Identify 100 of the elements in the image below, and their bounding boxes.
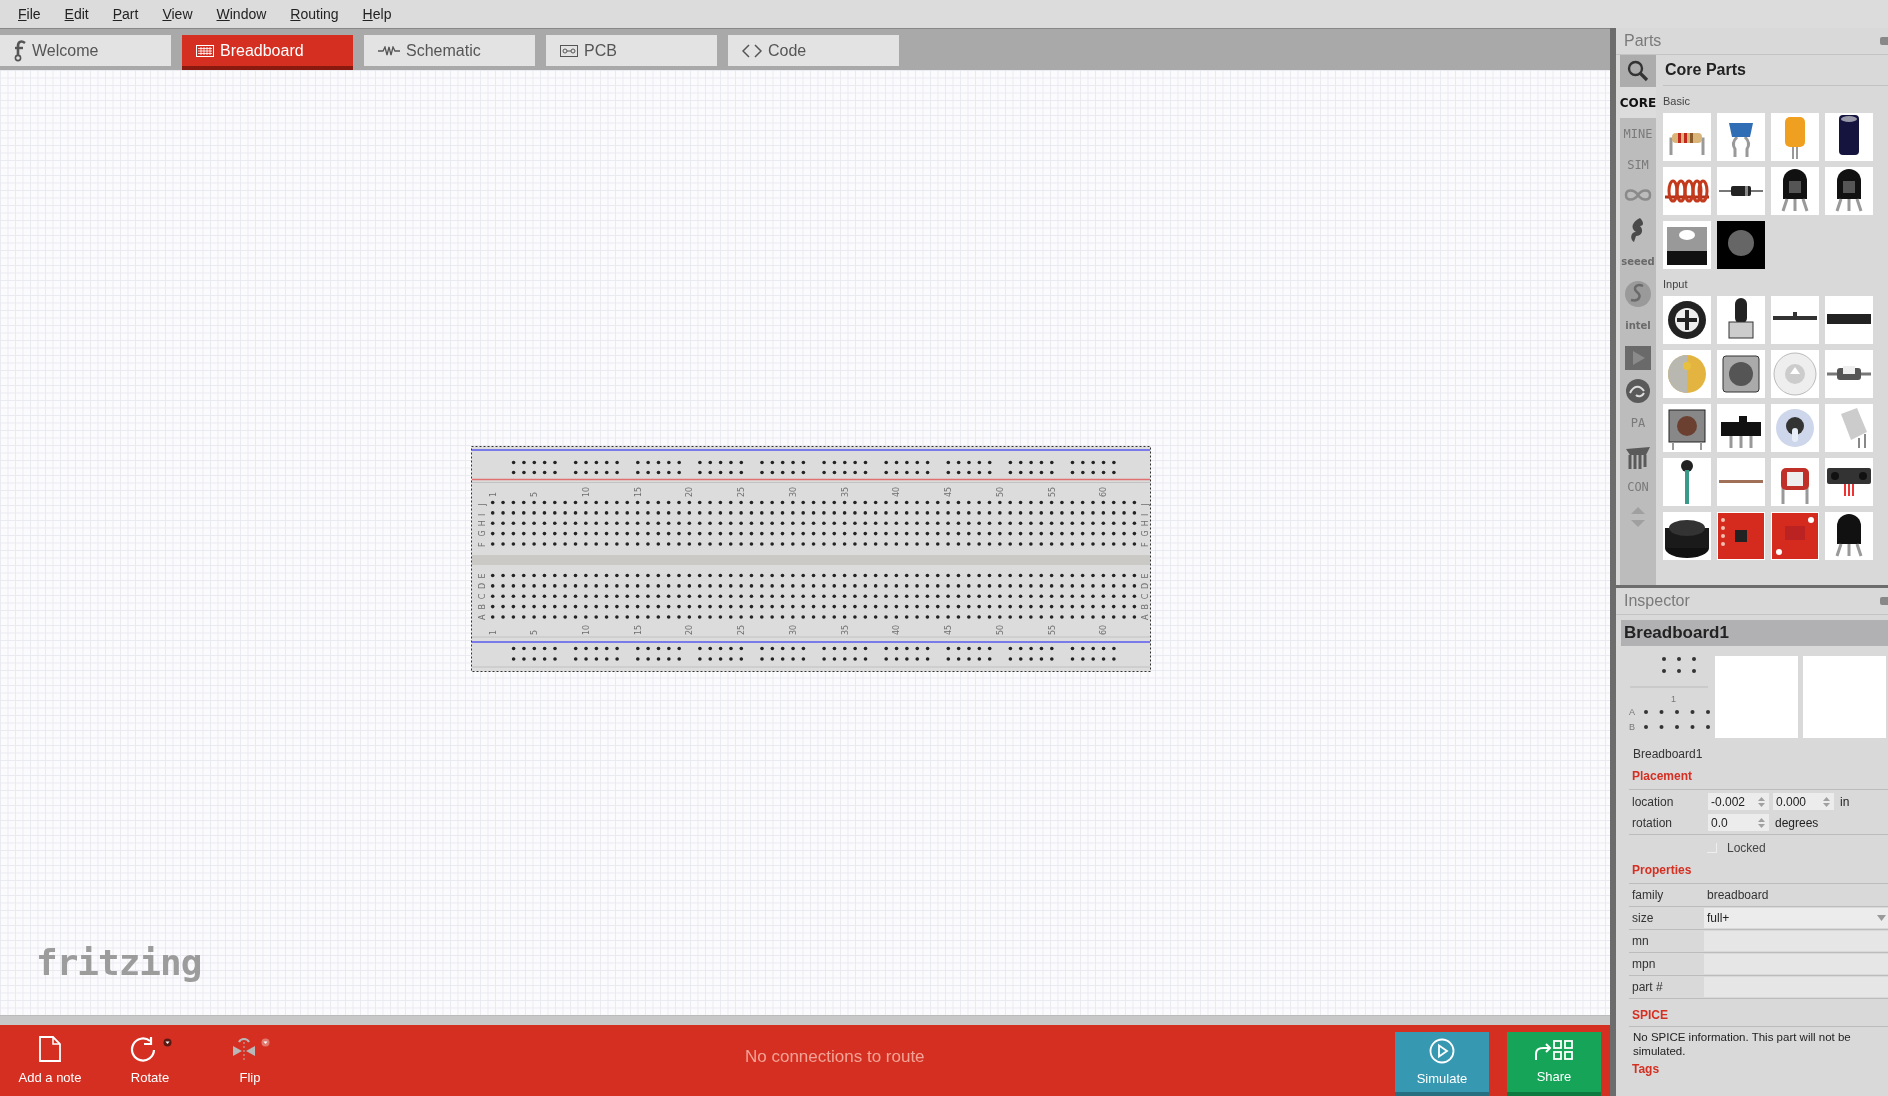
- section-heading: SPICE: [1632, 1008, 1669, 1022]
- row-letter: A: [1629, 707, 1635, 717]
- share-icon: [1534, 1040, 1574, 1062]
- pcb-tab[interactable]: PCB: [546, 35, 717, 66]
- search-button[interactable]: [1620, 55, 1656, 87]
- menu-item[interactable]: Part: [100, 6, 151, 22]
- diode-icon[interactable]: [1717, 167, 1765, 215]
- dropdown-arrow-icon[interactable]: [162, 1038, 172, 1047]
- column-number: 50: [995, 624, 1005, 635]
- column-number: 45: [944, 486, 954, 497]
- row-letter: F: [1141, 542, 1150, 547]
- column-number: 20: [685, 624, 695, 635]
- transistor-icon[interactable]: [1825, 512, 1873, 560]
- joystick-icon[interactable]: [1663, 458, 1711, 506]
- column-number: 50: [995, 486, 1005, 497]
- row-letter: E: [1141, 573, 1150, 579]
- property-label: part #: [1631, 980, 1664, 994]
- column-number: 40: [892, 486, 902, 497]
- row-letter: D: [478, 582, 487, 589]
- row-letter: J: [478, 503, 487, 506]
- breadboard-tab[interactable]: Breadboard: [182, 35, 353, 70]
- input-field[interactable]: [1704, 977, 1888, 997]
- menu-item[interactable]: Edit: [52, 6, 101, 22]
- menu-item[interactable]: File: [6, 6, 53, 22]
- input-field[interactable]: [1704, 931, 1888, 951]
- resistor-symbol-icon: [378, 45, 400, 56]
- routing-status: No connections to route: [745, 1047, 925, 1067]
- spin-box[interactable]: 0.0: [1708, 814, 1769, 831]
- capacitor-icon[interactable]: [1825, 113, 1873, 161]
- column-number: 5: [530, 629, 540, 635]
- rotate-button[interactable]: Rotate: [100, 1025, 200, 1096]
- horizontal-scrollbar[interactable]: [0, 1015, 1610, 1025]
- transistor-icon[interactable]: [1663, 221, 1711, 269]
- part-icon[interactable]: [1717, 221, 1765, 269]
- column-number: 35: [840, 624, 850, 635]
- code-icon: [742, 43, 762, 58]
- field-label: location: [1631, 794, 1675, 809]
- pushbutton-icon[interactable]: [1663, 404, 1711, 452]
- caret-icon: [1877, 915, 1886, 921]
- buzzer-icon[interactable]: [1663, 512, 1711, 560]
- column-number: 1: [488, 491, 498, 497]
- column-number: 55: [1047, 624, 1057, 635]
- input-field[interactable]: [1704, 954, 1888, 974]
- welcome-tab[interactable]: Welcome: [0, 35, 171, 66]
- column-number: 60: [1099, 486, 1109, 497]
- circuit-board-icon[interactable]: [1717, 512, 1765, 560]
- switch-icon[interactable]: [1825, 350, 1873, 398]
- play-icon: [1622, 343, 1654, 372]
- simulate-button[interactable]: Simulate: [1395, 1032, 1489, 1096]
- schematic-tab[interactable]: Schematic: [364, 35, 535, 66]
- size-dropdown[interactable]: full+: [1704, 908, 1888, 928]
- menu-item[interactable]: Window: [204, 6, 279, 22]
- row-letter: I: [478, 513, 487, 516]
- coil-icon[interactable]: [1663, 167, 1711, 215]
- property-label: mn: [1631, 934, 1650, 948]
- menu-item[interactable]: View: [150, 6, 205, 22]
- encoder-icon[interactable]: [1717, 350, 1765, 398]
- row-letter: G: [478, 530, 487, 537]
- strip-icon[interactable]: [1717, 458, 1765, 506]
- resistor-icon[interactable]: [1663, 113, 1711, 161]
- section-heading: Tags: [1632, 1062, 1661, 1076]
- switch-icon[interactable]: [1717, 404, 1765, 452]
- transistor-icon[interactable]: [1771, 167, 1819, 215]
- column-number: 10: [581, 486, 591, 497]
- breadboard-drawing[interactable]: [471, 446, 1151, 672]
- share-button[interactable]: Share: [1507, 1032, 1601, 1096]
- menu-item[interactable]: Help: [350, 6, 404, 22]
- photocell-icon[interactable]: [1771, 458, 1819, 506]
- add-note-button[interactable]: Add a note: [0, 1025, 100, 1096]
- slider-icon[interactable]: [1771, 296, 1819, 344]
- field-label: rotation: [1631, 815, 1674, 830]
- unit-label: degrees: [1775, 815, 1819, 830]
- property-label: family: [1631, 888, 1665, 902]
- sensor-icon[interactable]: [1825, 458, 1873, 506]
- column-number: 1: [1671, 694, 1676, 704]
- spin-box[interactable]: 0.000: [1773, 793, 1834, 810]
- transistor-icon[interactable]: [1825, 167, 1873, 215]
- row-letter: B: [1141, 604, 1150, 610]
- row-letter: C: [1141, 593, 1150, 600]
- row-letter: C: [478, 593, 487, 600]
- column-number: 55: [1047, 486, 1057, 497]
- column-number: 10: [581, 624, 591, 635]
- spin-box[interactable]: -0.002: [1708, 793, 1769, 810]
- circuit-board-icon[interactable]: [1771, 512, 1819, 560]
- s-logo-icon: [1622, 279, 1654, 308]
- section-heading: Properties: [1632, 863, 1693, 877]
- toggle-switch-icon[interactable]: [1771, 404, 1819, 452]
- code-tab[interactable]: Code: [728, 35, 899, 66]
- pcb-icon: [560, 44, 578, 57]
- potentiometer-icon[interactable]: [1717, 296, 1765, 344]
- chip-icon[interactable]: [1825, 296, 1873, 344]
- fritzing-logo: fritzing: [36, 942, 202, 983]
- menu-item[interactable]: Routing: [278, 6, 351, 22]
- column-number: 5: [530, 491, 540, 497]
- row-letter: A: [478, 614, 487, 620]
- bin-tab[interactable]: CORE: [1620, 87, 1656, 118]
- unit-label: in: [1840, 794, 1850, 809]
- column-number: 30: [788, 486, 798, 497]
- search-icon: [1627, 60, 1649, 82]
- trimmer-icon[interactable]: [1663, 296, 1711, 344]
